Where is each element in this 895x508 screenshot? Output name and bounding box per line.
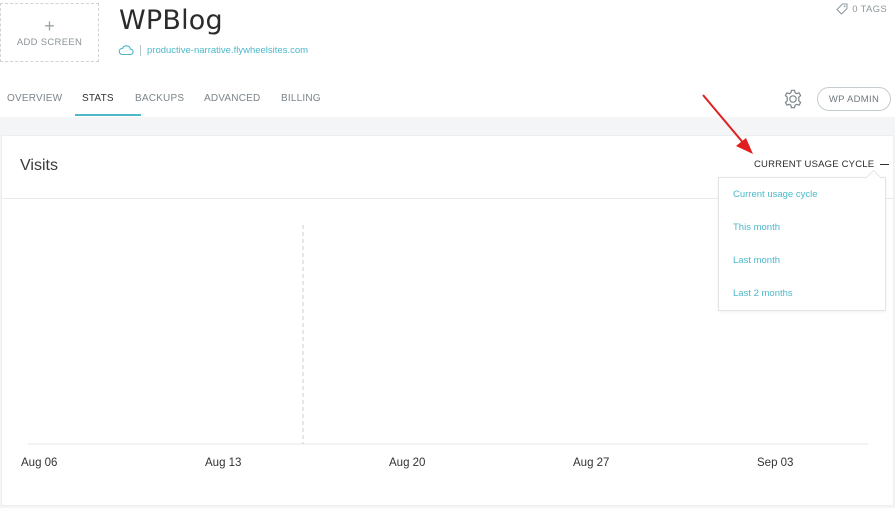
tab-advanced[interactable]: ADVANCED: [204, 82, 281, 116]
usage-cycle-label: CURRENT USAGE CYCLE: [754, 159, 875, 170]
tags-button[interactable]: 0 TAGS: [836, 3, 887, 15]
site-tabs: OVERVIEW STATS BACKUPS ADVANCED BILLING: [7, 82, 341, 116]
dropdown-option-last-month[interactable]: Last month: [733, 255, 780, 266]
usage-cycle-dropdown-toggle[interactable]: CURRENT USAGE CYCLE: [754, 159, 890, 170]
tag-icon: [836, 3, 848, 15]
site-url-link[interactable]: productive-narrative.flywheelsites.com: [147, 45, 308, 56]
tags-label: 0 TAGS: [852, 3, 887, 15]
x-tick-label: Aug 06: [21, 457, 58, 469]
gear-icon[interactable]: [782, 88, 804, 110]
tab-overview[interactable]: OVERVIEW: [7, 82, 82, 116]
tab-billing[interactable]: BILLING: [281, 82, 341, 116]
x-tick-label: Aug 20: [389, 457, 426, 469]
collapse-dash-icon: [880, 164, 890, 165]
tab-stats[interactable]: STATS: [75, 82, 141, 116]
x-tick-label: Aug 27: [573, 457, 610, 469]
dropdown-option-this-month[interactable]: This month: [733, 222, 780, 233]
site-url-row: productive-narrative.flywheelsites.com: [118, 43, 308, 57]
x-tick-label: Aug 13: [205, 457, 242, 469]
cloud-icon: [118, 45, 134, 56]
panel-title: Visits: [20, 157, 58, 174]
url-divider: [140, 44, 141, 56]
wp-admin-button[interactable]: WP ADMIN: [817, 87, 891, 111]
site-title: WPBlog: [119, 5, 223, 36]
plus-icon: +: [44, 15, 55, 36]
add-screen-label: ADD SCREEN: [16, 36, 83, 48]
add-screen-button[interactable]: + ADD SCREEN: [0, 3, 99, 62]
usage-cycle-dropdown-menu: Current usage cycle This month Last mont…: [718, 177, 886, 311]
tab-backups[interactable]: BACKUPS: [135, 82, 204, 116]
dropdown-option-last-2-months[interactable]: Last 2 months: [733, 288, 793, 299]
x-tick-label: Sep 03: [757, 457, 794, 469]
dropdown-option-current-usage-cycle[interactable]: Current usage cycle: [733, 189, 817, 200]
